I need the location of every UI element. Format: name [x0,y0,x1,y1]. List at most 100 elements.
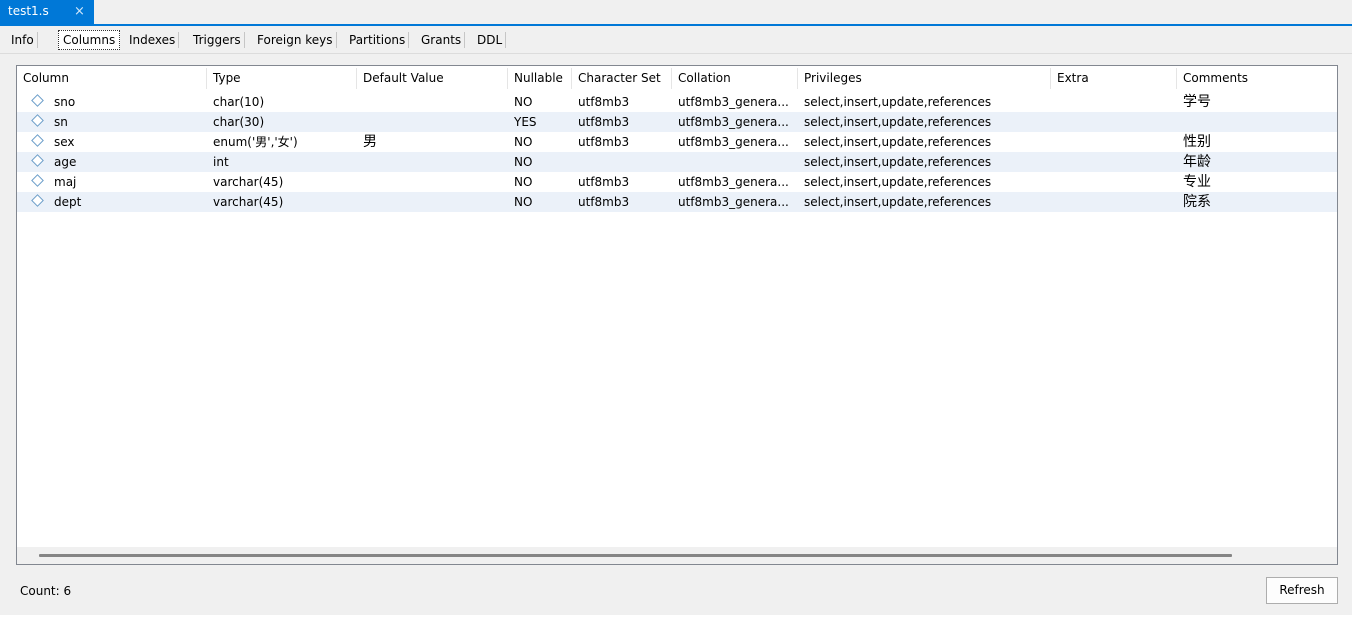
tab-ddl[interactable]: DDL [477,30,507,50]
cell-column: sno [17,92,207,112]
cell-collation [672,152,798,172]
cell-extra [1051,112,1177,132]
cell-nullable: NO [514,135,533,149]
cell-type: varchar(45) [213,195,284,209]
count-label: Count: 6 [20,584,72,598]
cell-extra [1051,172,1177,192]
tab-partitions[interactable]: Partitions [349,30,410,50]
cell-character-set: utf8mb3 [578,175,630,189]
header-type[interactable]: Type [207,66,357,91]
cell-collation: utf8mb3_genera... [678,175,789,189]
cell-character-set: utf8mb3 [578,135,630,149]
column-icon [31,134,44,147]
cell-type: varchar(45) [213,175,284,189]
cell-collation: utf8mb3_genera... [678,95,789,109]
cell-column: dept [17,192,207,212]
cell-comments [1177,112,1337,132]
tab-foreign-keys[interactable]: Foreign keys [257,30,336,50]
table-row[interactable]: age int NO select,insert,update,referenc… [17,152,1337,172]
cell-column: sex [17,132,207,152]
horizontal-scrollbar[interactable] [17,547,1337,564]
column-name: dept [54,195,82,209]
table-row[interactable]: sno char(10) NO utf8mb3 utf8mb3_genera..… [17,92,1337,112]
column-icon [31,174,44,187]
cell-extra [1051,92,1177,112]
table-row[interactable]: maj varchar(45) NO utf8mb3 utf8mb3_gener… [17,172,1337,192]
column-name: age [54,155,77,169]
tab-grants[interactable]: Grants [421,30,466,50]
cell-privileges: select,insert,update,references [804,135,992,149]
cell-default-value [357,192,508,212]
cell-comments: 专业 [1183,174,1211,190]
cell-nullable: NO [514,95,533,109]
table-header: Column Type Default Value Nullable Chara… [17,66,1337,91]
cell-type: char(30) [213,115,265,129]
header-privileges[interactable]: Privileges [798,66,1051,91]
columns-table[interactable]: Column Type Default Value Nullable Chara… [16,65,1338,565]
cell-character-set [572,152,672,172]
tab-columns[interactable]: Columns [58,30,121,50]
scrollbar-thumb[interactable] [39,554,1232,557]
cell-extra [1051,132,1177,152]
header-default-value[interactable]: Default Value [357,66,508,91]
cell-type: int [213,155,229,169]
column-name: maj [54,175,77,189]
close-icon[interactable]: × [74,0,85,23]
cell-collation: utf8mb3_genera... [678,115,789,129]
header-collation[interactable]: Collation [672,66,798,91]
cell-nullable: NO [514,175,533,189]
cell-column: maj [17,172,207,192]
cell-character-set: utf8mb3 [578,115,630,129]
cell-column: sn [17,112,207,132]
cell-comments: 性别 [1183,134,1211,150]
cell-nullable: NO [514,195,533,209]
header-nullable[interactable]: Nullable [508,66,572,91]
cell-column: age [17,152,207,172]
header-comments[interactable]: Comments [1177,66,1337,91]
column-icon [31,194,44,207]
cell-type: char(10) [213,95,265,109]
cell-nullable: NO [514,155,533,169]
column-icon [31,114,44,127]
refresh-button[interactable]: Refresh [1266,577,1338,604]
cell-default-value [357,152,508,172]
column-name: sex [54,135,75,149]
cell-type: enum('男','女') [213,135,298,149]
cell-privileges: select,insert,update,references [804,155,992,169]
cell-comments: 年龄 [1183,154,1211,170]
cell-default-value [357,172,508,192]
table-row[interactable]: sex enum('男','女') 男 NO utf8mb3 utf8mb3_g… [17,132,1337,152]
column-name: sno [54,95,76,109]
document-tab[interactable]: test1.s × [0,0,94,24]
subtab-bar: Info Columns Indexes Triggers Foreign ke… [0,27,1352,54]
cell-privileges: select,insert,update,references [804,95,992,109]
cell-nullable: YES [514,115,537,129]
table-row[interactable]: sn char(30) YES utf8mb3 utf8mb3_genera..… [17,112,1337,132]
document-tab-title: test1.s [8,4,49,18]
document-tab-strip: test1.s × [0,0,1352,26]
tab-triggers[interactable]: Triggers [193,30,245,50]
subtab-divider [0,53,1352,54]
cell-comments: 院系 [1183,194,1211,210]
table-row[interactable]: dept varchar(45) NO utf8mb3 utf8mb3_gene… [17,192,1337,212]
tab-strip-underline [0,24,1352,26]
cell-collation: utf8mb3_genera... [678,135,789,149]
tab-indexes[interactable]: Indexes [129,30,180,50]
cell-character-set: utf8mb3 [578,195,630,209]
cell-extra [1051,152,1177,172]
header-column[interactable]: Column [17,66,207,91]
header-extra[interactable]: Extra [1051,66,1177,91]
column-icon [31,94,44,107]
header-character-set[interactable]: Character Set [572,66,672,91]
cell-extra [1051,192,1177,212]
column-name: sn [54,115,68,129]
cell-privileges: select,insert,update,references [804,195,992,209]
cell-default-value [357,112,508,132]
cell-privileges: select,insert,update,references [804,115,992,129]
cell-privileges: select,insert,update,references [804,175,992,189]
cell-default-value [357,92,508,112]
tab-info[interactable]: Info [11,30,38,50]
cell-collation: utf8mb3_genera... [678,195,789,209]
cell-character-set: utf8mb3 [578,95,630,109]
column-icon [31,154,44,167]
